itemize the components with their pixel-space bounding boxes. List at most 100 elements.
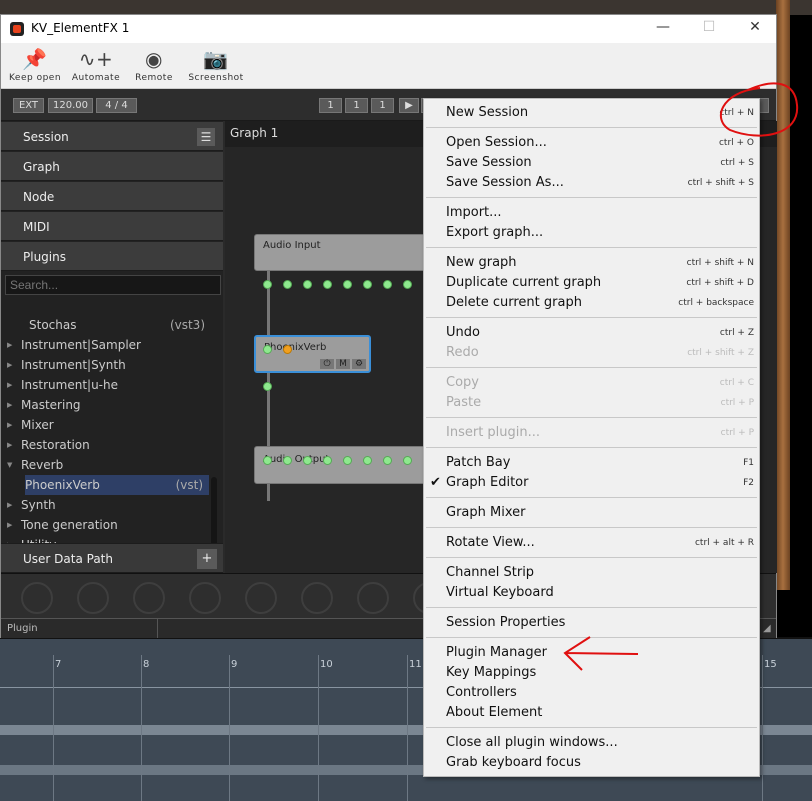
- resize-grip-icon[interactable]: ◢: [763, 623, 771, 634]
- menu-item-controllers[interactable]: Controllers: [424, 683, 759, 703]
- node-port[interactable]: [363, 280, 372, 289]
- menu-item-new-graph[interactable]: New graph ctrl + shift + N: [424, 253, 759, 273]
- collapsed-arrow-icon[interactable]: ▶: [7, 335, 12, 355]
- automate-button[interactable]: ∿+ Automate: [69, 45, 123, 83]
- parameter-knob[interactable]: [133, 582, 165, 614]
- node-port[interactable]: [263, 382, 272, 391]
- menu-item-export-graph[interactable]: Export graph...: [424, 223, 759, 243]
- parameter-knob[interactable]: [21, 582, 53, 614]
- section-plugins[interactable]: Plugins: [1, 242, 223, 271]
- plugin-list-item[interactable]: PhoenixVerb (vst): [25, 475, 209, 495]
- maximize-button[interactable]: ☐: [694, 19, 724, 39]
- section-graph[interactable]: Graph: [1, 152, 223, 181]
- collapsed-arrow-icon[interactable]: ▶: [7, 435, 12, 455]
- mute-button[interactable]: M: [336, 359, 350, 369]
- plugin-list-item[interactable]: ▼ Reverb: [5, 455, 211, 475]
- node-audio-output[interactable]: Audio Output: [254, 446, 434, 484]
- add-path-button[interactable]: +: [197, 549, 217, 569]
- section-node[interactable]: Node: [1, 182, 223, 211]
- menu-item-session-properties[interactable]: Session Properties: [424, 613, 759, 633]
- collapsed-arrow-icon[interactable]: ▶: [7, 495, 12, 515]
- power-icon[interactable]: ⏻: [320, 359, 334, 369]
- section-midi[interactable]: MIDI: [1, 212, 223, 241]
- screenshot-button[interactable]: 📷 Screenshot: [187, 45, 245, 83]
- plugin-search-input[interactable]: [5, 275, 221, 295]
- node-port[interactable]: [383, 456, 392, 465]
- node-port[interactable]: [283, 280, 292, 289]
- beats-field[interactable]: 1: [345, 98, 368, 113]
- play-button[interactable]: ▶: [399, 98, 419, 113]
- tempo-field[interactable]: 120.00: [48, 98, 93, 113]
- plugin-list-item[interactable]: ▶ Mastering: [5, 395, 211, 415]
- menu-item-rotate-view[interactable]: Rotate View... ctrl + alt + R: [424, 533, 759, 553]
- menu-item-open-session[interactable]: Open Session... ctrl + O: [424, 133, 759, 153]
- collapsed-arrow-icon[interactable]: ▶: [7, 515, 12, 535]
- menu-icon[interactable]: ☰: [197, 128, 215, 146]
- menu-item-plugin-manager[interactable]: Plugin Manager: [424, 643, 759, 663]
- plugin-list-item[interactable]: ▶ Instrument|Synth: [5, 355, 211, 375]
- node-phoenixverb[interactable]: PhoenixVerb ⏻ M ⚙: [254, 335, 371, 373]
- section-session[interactable]: Session ☰: [1, 122, 223, 151]
- node-port[interactable]: [303, 280, 312, 289]
- meter-field[interactable]: 4 / 4: [96, 98, 137, 113]
- node-port[interactable]: [343, 280, 352, 289]
- node-audio-input[interactable]: Audio Input: [254, 234, 434, 271]
- menu-item-undo[interactable]: Undo ctrl + Z: [424, 323, 759, 343]
- node-port[interactable]: [263, 345, 272, 354]
- menu-item-about-element[interactable]: About Element: [424, 703, 759, 723]
- plugin-list-item[interactable]: ▶ Instrument|Sampler: [5, 335, 211, 355]
- collapsed-arrow-icon[interactable]: ▶: [7, 395, 12, 415]
- parameter-knob[interactable]: [245, 582, 277, 614]
- node-port[interactable]: [323, 280, 332, 289]
- node-port[interactable]: [263, 456, 272, 465]
- plugin-list-item[interactable]: ▶ Mixer: [5, 415, 211, 435]
- menu-item-new-session[interactable]: New Session ctrl + N: [424, 103, 759, 123]
- menu-item-duplicate-current-graph[interactable]: Duplicate current graph ctrl + shift + D: [424, 273, 759, 293]
- node-port[interactable]: [263, 280, 272, 289]
- scrollbar[interactable]: [211, 477, 217, 551]
- minimize-button[interactable]: —: [648, 19, 678, 39]
- parameter-knob[interactable]: [77, 582, 109, 614]
- menu-item-grab-keyboard-focus[interactable]: Grab keyboard focus: [424, 753, 759, 773]
- menu-item-graph-mixer[interactable]: Graph Mixer: [424, 503, 759, 523]
- menu-item-close-all-plugin-windows[interactable]: Close all plugin windows...: [424, 733, 759, 753]
- menu-item-patch-bay[interactable]: Patch Bay F1: [424, 453, 759, 473]
- menu-item-save-session[interactable]: Save Session ctrl + S: [424, 153, 759, 173]
- plugin-list-item[interactable]: ▶ Restoration: [5, 435, 211, 455]
- parameter-knob[interactable]: [357, 582, 389, 614]
- menu-item-graph-editor[interactable]: ✔ Graph Editor F2: [424, 473, 759, 493]
- collapsed-arrow-icon[interactable]: ▶: [7, 415, 12, 435]
- menu-item-virtual-keyboard[interactable]: Virtual Keyboard: [424, 583, 759, 603]
- settings-icon[interactable]: ⚙: [352, 359, 366, 369]
- node-port[interactable]: [403, 456, 412, 465]
- menu-item-delete-current-graph[interactable]: Delete current graph ctrl + backspace: [424, 293, 759, 313]
- user-data-path-section[interactable]: User Data Path +: [1, 543, 223, 573]
- node-port[interactable]: [323, 456, 332, 465]
- parameter-knob[interactable]: [189, 582, 221, 614]
- plugin-list-item[interactable]: Stochas (vst3): [5, 315, 211, 335]
- remote-button[interactable]: ◉ Remote: [131, 45, 177, 83]
- node-port[interactable]: [383, 280, 392, 289]
- collapsed-arrow-icon[interactable]: ▶: [7, 375, 12, 395]
- node-port[interactable]: [283, 456, 292, 465]
- ticks-field[interactable]: 1: [371, 98, 394, 113]
- keep-open-button[interactable]: 📌 Keep open: [7, 45, 63, 83]
- menu-item-import[interactable]: Import...: [424, 203, 759, 223]
- plugin-list-item[interactable]: ▶ Synth: [5, 495, 211, 515]
- node-port[interactable]: [283, 345, 292, 354]
- close-button[interactable]: ✕: [740, 19, 770, 39]
- node-port[interactable]: [363, 456, 372, 465]
- menu-item-save-session-as[interactable]: Save Session As... ctrl + shift + S: [424, 173, 759, 193]
- menu-item-key-mappings[interactable]: Key Mappings: [424, 663, 759, 683]
- plugin-list-item[interactable]: ▶ Instrument|u-he: [5, 375, 211, 395]
- sync-button[interactable]: EXT: [13, 98, 44, 113]
- bars-field[interactable]: 1: [319, 98, 342, 113]
- node-port[interactable]: [403, 280, 412, 289]
- menu-item-channel-strip[interactable]: Channel Strip: [424, 563, 759, 583]
- parameter-knob[interactable]: [301, 582, 333, 614]
- expanded-arrow-icon[interactable]: ▼: [7, 455, 12, 475]
- node-port[interactable]: [343, 456, 352, 465]
- collapsed-arrow-icon[interactable]: ▶: [7, 355, 12, 375]
- plugin-list-item[interactable]: ▶ Tone generation: [5, 515, 211, 535]
- node-port[interactable]: [303, 456, 312, 465]
